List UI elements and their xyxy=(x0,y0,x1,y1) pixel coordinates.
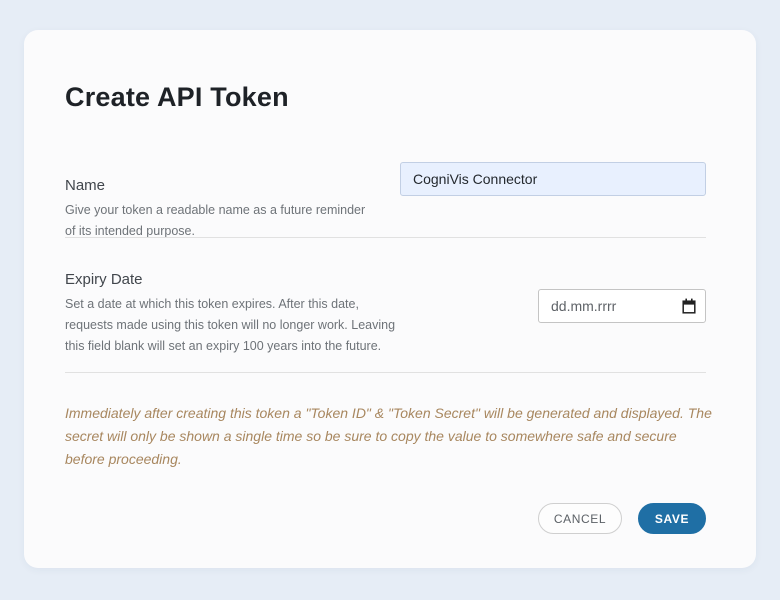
section-divider xyxy=(65,372,706,373)
name-field-label: Name xyxy=(65,176,105,196)
token-secret-warning-note: Immediately after creating this token a … xyxy=(65,402,715,471)
cancel-button[interactable]: CANCEL xyxy=(538,503,622,534)
calendar-icon[interactable] xyxy=(682,298,696,314)
expiry-date-input[interactable] xyxy=(538,289,706,323)
expiry-date-field xyxy=(538,289,706,323)
create-api-token-card: Create API Token Name Give your token a … xyxy=(24,30,756,568)
name-field-description: Give your token a readable name as a fut… xyxy=(65,200,375,242)
section-divider xyxy=(65,237,706,238)
expiry-field-description: Set a date at which this token expires. … xyxy=(65,294,400,357)
expiry-field-label: Expiry Date xyxy=(65,270,143,290)
page-title: Create API Token xyxy=(65,82,289,113)
name-input[interactable] xyxy=(400,162,706,196)
save-button[interactable]: SAVE xyxy=(638,503,706,534)
